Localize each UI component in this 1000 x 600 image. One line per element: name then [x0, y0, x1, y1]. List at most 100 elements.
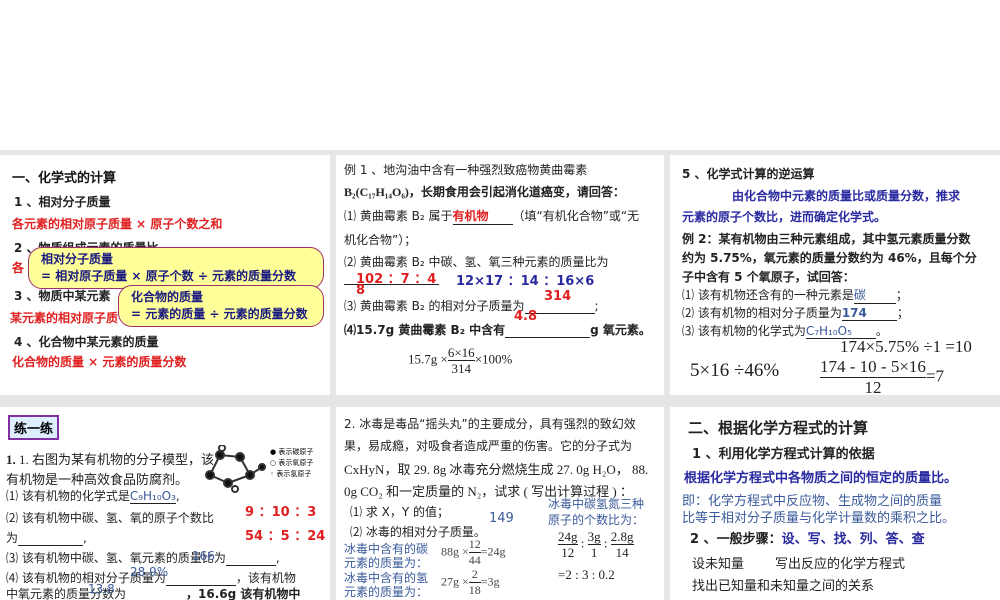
callout-line: 化合物的质量	[131, 290, 204, 304]
callout-line: = 元素的质量 ÷ 元素的质量分数	[131, 307, 308, 321]
question-text: B₂(C₁₇H₁₄O₆)，长期食用会引起消化道癌变，请回答：	[344, 185, 625, 199]
subheading: 3 、物质中某元素	[14, 289, 111, 303]
question-text: ⑵ 该有机物中碳、氢、氧的原子个数比	[6, 511, 214, 525]
working-formula: 27g × 2 18 =3g	[441, 567, 500, 598]
answer: 8	[356, 283, 366, 298]
denominator: 12	[864, 378, 882, 395]
panel-inverse-calc: 5 、化学式计算的逆运算 由化合物中元素的质量比或质量分数，推求 元素的原子个数…	[670, 155, 1000, 395]
numerator: 24g	[558, 529, 578, 545]
description: 元素的原子个数比，进而确定化学式。	[682, 210, 887, 224]
denominator: 1	[590, 545, 598, 560]
legend-item: ◦ 表示氢原子	[270, 470, 312, 478]
question-line: ⑷15.7g 黄曲霉素 B₂ 中含有 g 氧元素。	[344, 321, 651, 338]
question-text: ⑴ 求 X，Y 的值；	[350, 505, 449, 519]
section-title: 一、化学式的计算	[12, 171, 117, 186]
question-text: ⑷15.7g 黄曲霉素 B₂ 中含有	[344, 323, 506, 337]
denominator: 44	[468, 553, 481, 567]
answer: 碳	[853, 286, 896, 304]
answer: 有机物	[452, 207, 513, 225]
formula-part: 88g ×	[441, 544, 469, 559]
question-text: 子中含有 5 个氧原子，试回答：	[682, 270, 855, 284]
callout-line: = 相对原子质量 × 原子个数 ÷ 元素的质量分数	[41, 269, 297, 283]
answer: 174	[841, 306, 897, 321]
legend-label: 表示氢原子	[276, 470, 312, 478]
question-text: ⑴ 黄曲霉素 B₂ 属于	[344, 209, 453, 223]
question-text: ⑵ 该有机物的相对分子质量为	[682, 306, 842, 320]
question-text: 2. 冰毒是毒品“摇头丸”的主要成分，具有强烈的致幻效	[344, 417, 636, 431]
formula-text: 某元素的相对原子质	[10, 311, 119, 325]
subheading-label: 2 、一般步骤：	[690, 532, 782, 547]
working-label: 元素的质量为：	[344, 585, 429, 599]
legend-item: ○ 表示氧原子	[270, 459, 314, 467]
step: 写出反应的化学方程式	[775, 557, 906, 572]
result: =24g	[480, 544, 506, 559]
answer: 13.8	[88, 582, 115, 596]
numerator: 6×16	[447, 345, 475, 361]
working-formula: 88g × 12 44 =24g	[441, 537, 506, 568]
result: =3g	[480, 574, 500, 589]
panel-equation-calc: 二、根据化学方程式的计算 1 、利用化学方程式计算的依据 根据化学方程式中各物质…	[670, 407, 1000, 600]
step: 设未知量	[692, 557, 745, 572]
legend-label: 表示碳原子	[278, 448, 314, 456]
question-text: 机化合物”）；	[344, 233, 417, 247]
formula-text: 各	[12, 261, 25, 275]
question-line: ⑵ 该有机物的相对分子质量为174；	[682, 306, 909, 321]
question-text: 1. 1. 右图为某有机物的分子模型，该	[6, 452, 215, 467]
molecule-model-image	[205, 445, 266, 493]
legend-label: 表示氧原子	[278, 459, 314, 467]
question-text: ，该有机物	[235, 571, 296, 585]
numerator: 12	[468, 537, 481, 553]
panel-formula-calc: 一、化学式的计算 1 、相对分子质量 各元素的相对原子质量 × 原子个数之和 2…	[0, 155, 330, 395]
ratio-working: 24g 12 : 3g 1 : 2.8g 14	[558, 529, 634, 560]
answer: 9 ：10 ：3	[245, 505, 317, 520]
practice-tag: 练一练	[8, 415, 60, 440]
callout-relative-mass: 相对分子质量 = 相对原子质量 × 原子个数 ÷ 元素的质量分数	[28, 247, 324, 289]
denominator: 14	[615, 545, 629, 560]
working: 12×17 ：14 ：16×6	[456, 274, 595, 289]
question-line: ⑶ 该有机物中碳、氢、氧元素的质量比为 ,	[6, 551, 280, 566]
description: 比等于相对分子质量与化学计量数的乘积之比。	[682, 511, 956, 526]
question-line: ⑶ 黄曲霉素 B₂ 的相对分子质量为 ;	[344, 299, 599, 314]
formula-part: 27g ×	[441, 574, 469, 589]
answer: C₉H₁₀O₃	[129, 489, 176, 504]
formula-text: 各元素的相对原子质量 × 原子个数之和	[12, 217, 223, 231]
question-text: 约为 5.75%，氧元素的质量分数约为 46%，且每个分	[682, 251, 977, 265]
working: 174×5.75% ÷1 =10	[840, 337, 972, 356]
numerator: 174 - 10 - 5×16	[820, 357, 926, 378]
question-text: 为	[6, 531, 19, 545]
question-line: 为 ,	[6, 531, 87, 546]
panel-meth-question: 2. 冰毒是毒品“摇头丸”的主要成分，具有强烈的致幻效 果，易成瘾，对吸食者造成…	[336, 407, 664, 600]
question-text: ⑴ 该有机物还含有的一种元素是	[682, 288, 854, 302]
question-text: 1. 右图为某有机物的分子模型，该	[19, 452, 215, 467]
working: 5×16 ÷46%	[690, 360, 780, 381]
description: 由化合物中元素的质量比或质量分数，推求	[732, 189, 961, 203]
formula-part: ×100%	[474, 351, 513, 367]
question-line: ⑴ 该有机物还含有的一种元素是碳；	[682, 286, 908, 304]
numerator: 2.8g	[610, 529, 634, 545]
working-label: 原子的个数比为：	[548, 513, 645, 527]
section-title: 二、根据化学方程式的计算	[688, 419, 869, 437]
working-fraction: 174 - 10 - 5×16 12 =7	[820, 357, 944, 395]
callout-line: 相对分子质量	[41, 252, 114, 266]
subheading: 1 、相对分子质量	[14, 195, 111, 209]
working-formula: 15.7g × 6×16 314 ×100%	[408, 345, 512, 376]
result: =7	[925, 366, 945, 386]
ratio-result: =2 : 3 : 0.2	[558, 567, 615, 582]
question-text: g 氧元素。	[590, 323, 651, 337]
question-text: ⑶ 该有机物的化学式为	[682, 324, 806, 338]
question-line: ⑴ 黄曲霉素 B₂ 属于有机物 （填“有机化合物”或“无	[344, 207, 639, 225]
callout-compound-mass: 化合物的质量 = 元素的质量 ÷ 元素的质量分数	[118, 285, 324, 327]
question-text: ⑶ 黄曲霉素 B₂ 的相对分子质量为	[344, 299, 525, 313]
answer: 149	[489, 511, 514, 526]
description: 根据化学方程式中各物质之间的恒定的质量比。	[684, 471, 958, 486]
question-text: 例 1 、地沟油中含有一种强烈致癌物黄曲霉素	[344, 163, 588, 177]
section-title: 5 、化学式计算的逆运算	[682, 167, 815, 181]
question-text: ，16.6g 该有机物中	[186, 587, 301, 600]
panel-example-1: 例 1 、地沟油中含有一种强烈致癌物黄曲霉素 B₂(C₁₇H₁₄O₆)，长期食用…	[336, 155, 664, 395]
denominator: 18	[468, 583, 481, 597]
panel-practice: 练一练 1. 1. 右图为某有机物的分子模型，该 有机物是一种高效食品防腐剂。 …	[0, 407, 330, 600]
subheading: 4 、化合物中某元素的质量	[14, 335, 159, 349]
question-text: 果，易成瘾，对吸食者造成严重的伤害。它的分子式为	[344, 439, 633, 453]
steps: 设、写、找、列、答、查	[781, 532, 925, 547]
numerator: 3g	[587, 529, 601, 545]
